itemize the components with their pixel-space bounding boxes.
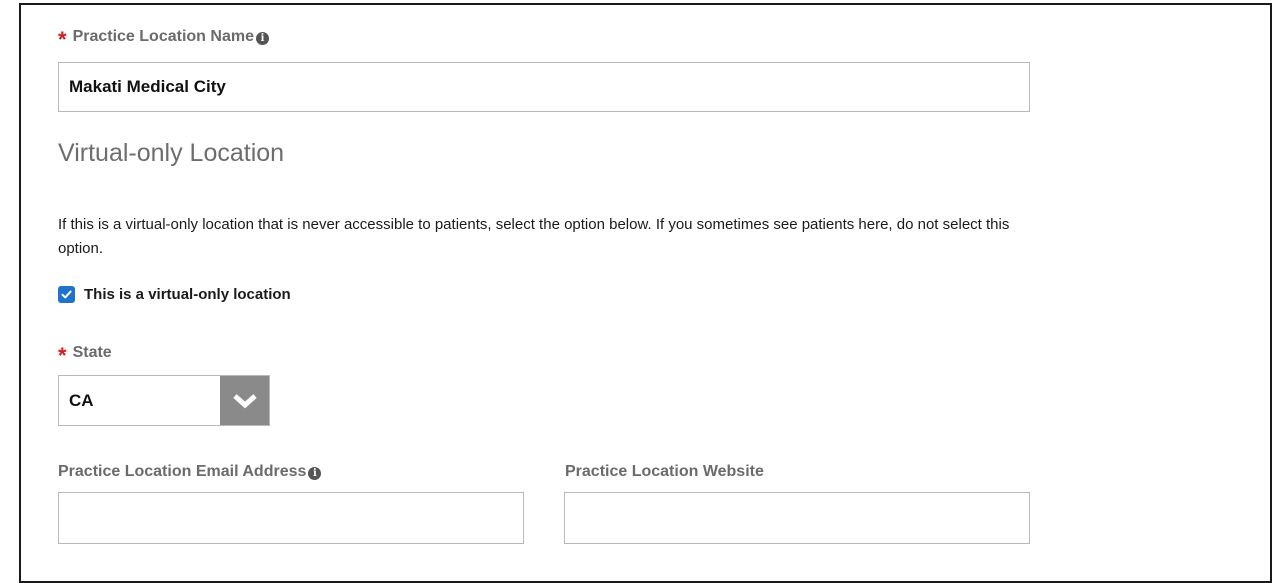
virtual-only-description: If this is a virtual-only location that … [58, 216, 1010, 257]
required-asterisk: * [58, 343, 67, 368]
practice-location-name-input[interactable]: Makati Medical City [58, 62, 1030, 112]
info-icon[interactable]: i [255, 32, 269, 45]
state-label: * State [58, 343, 112, 368]
virtual-only-checkbox[interactable] [58, 286, 75, 303]
checkmark-icon [61, 290, 72, 299]
chevron-down-icon [232, 393, 257, 408]
virtual-only-heading: Virtual-only Location [58, 139, 285, 167]
state-select[interactable]: CA [58, 375, 270, 426]
required-asterisk: * [58, 27, 67, 52]
practice-location-name-label: * Practice Location Name i [58, 27, 269, 52]
email-input[interactable] [58, 492, 524, 544]
info-icon[interactable]: i [308, 467, 322, 480]
dropdown-button[interactable] [220, 376, 269, 425]
website-label: Practice Location Website [565, 463, 764, 480]
virtual-only-checkbox-row[interactable]: This is a virtual-only location [58, 286, 291, 303]
virtual-only-checkbox-label[interactable]: This is a virtual-only location [84, 286, 291, 303]
website-input[interactable] [564, 492, 1030, 544]
email-label: Practice Location Email Address i [58, 463, 322, 481]
state-selected-value: CA [69, 390, 94, 410]
